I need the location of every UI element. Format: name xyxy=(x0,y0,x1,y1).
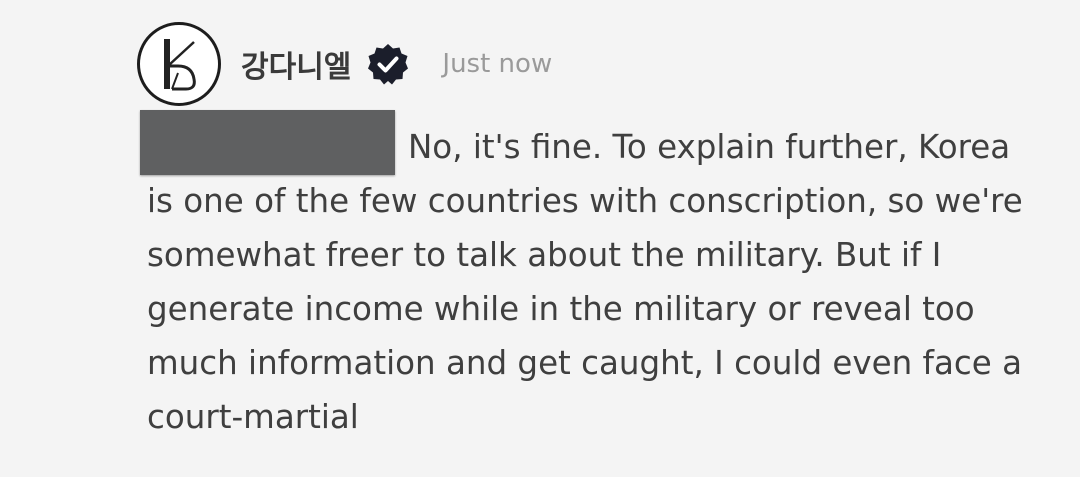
post-header: 강다니엘 Just now xyxy=(241,40,552,88)
message-line: much information and get caught, I could… xyxy=(147,344,1023,382)
verified-badge-icon xyxy=(368,44,409,85)
redacted-mention xyxy=(140,110,395,175)
message-line: is one of the few countries with conscri… xyxy=(147,182,1023,220)
author-name[interactable]: 강다니엘 xyxy=(241,42,351,86)
message-line: generate income while in the military or… xyxy=(147,290,975,328)
message-line: somewhat freer to talk about the militar… xyxy=(147,236,942,274)
author-avatar[interactable] xyxy=(137,22,221,106)
k-monogram-logo-icon xyxy=(164,39,196,91)
message-line: court-martial xyxy=(147,398,359,436)
post-timestamp: Just now xyxy=(442,49,553,79)
message-line: No, it's fine. To explain further, Korea xyxy=(408,128,1011,166)
